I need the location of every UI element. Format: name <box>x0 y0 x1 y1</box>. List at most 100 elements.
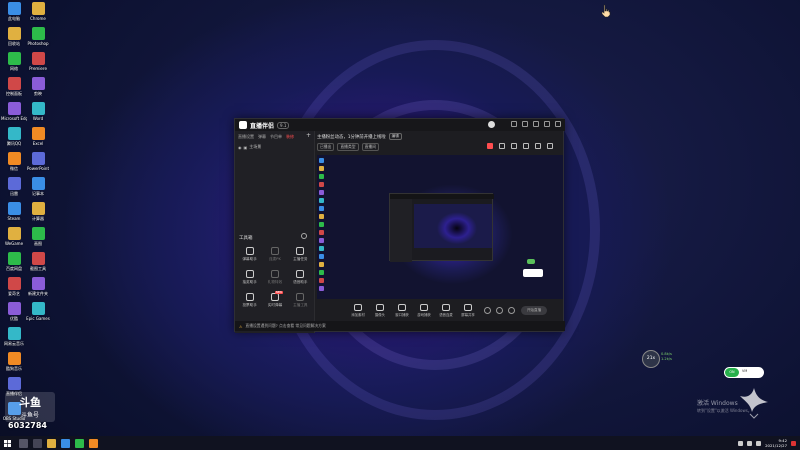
tool-9[interactable]: 主播工具 <box>288 293 313 308</box>
preview-icon <box>319 166 324 171</box>
tool-6[interactable]: 语音助手 <box>288 270 313 285</box>
bell-icon[interactable] <box>535 143 541 149</box>
record-icon[interactable] <box>487 143 493 149</box>
ime-icon[interactable] <box>756 440 762 446</box>
mic-icon[interactable] <box>499 143 505 149</box>
room-meta-pill[interactable]: 直播间 <box>361 143 379 151</box>
vm-toggle-knob: ON <box>725 368 739 377</box>
start-live-button[interactable]: 开始直播 <box>521 305 547 315</box>
edit-title-button[interactable]: 编辑 <box>388 133 402 140</box>
desktop-icon[interactable]: Epic Games <box>25 302 51 332</box>
bottom-tool-icon <box>442 303 450 311</box>
version-badge: 9.1 <box>277 121 290 129</box>
preview-icon <box>319 182 324 187</box>
app-title: 直播伴侣 <box>250 122 275 130</box>
tool-5[interactable]: 礼物特效 <box>262 270 287 285</box>
room-meta-pill[interactable]: 直播类型 <box>337 143 359 151</box>
preview-nested-window <box>389 193 494 262</box>
bottom-tool-label: 窗口捕获 <box>395 312 409 317</box>
notice-text[interactable]: 直播设置遇到问题? 点击查看 常见问题解决方案 <box>245 323 325 329</box>
desktop-app-icon <box>7 127 21 140</box>
search-icon[interactable] <box>19 438 28 448</box>
bottom-tool-icon <box>398 303 406 311</box>
network-icon[interactable] <box>738 440 744 446</box>
network-speed-widget[interactable]: 21x <box>642 350 660 368</box>
tool-2[interactable]: 连麦PK <box>262 247 287 262</box>
minimize-icon[interactable] <box>533 121 539 127</box>
left-tab[interactable]: 装修 <box>286 134 294 140</box>
scene-row[interactable]: ◉ ▣ 主场景 <box>235 140 314 154</box>
desktop-icon-label: 记事本 <box>32 191 44 196</box>
preview-icon <box>319 262 324 267</box>
start-button[interactable] <box>0 436 14 450</box>
bottom-tool-label: 语音连麦 <box>439 312 453 317</box>
bottom-tool[interactable]: 窗口捕获 <box>391 303 413 317</box>
preview-icon <box>319 158 324 163</box>
tool-1[interactable]: 弹幕助手 <box>237 247 262 262</box>
skin-icon[interactable] <box>522 121 528 127</box>
desktop-app-icon <box>31 277 45 290</box>
desktop-app-icon <box>31 177 45 190</box>
bottom-tool[interactable]: 添加素材 <box>347 303 369 317</box>
tools-settings-icon[interactable] <box>301 233 307 239</box>
desktop-app-icon <box>7 52 21 65</box>
close-icon[interactable] <box>555 121 561 127</box>
settings-icon[interactable] <box>511 121 517 127</box>
explorer-icon[interactable] <box>47 438 56 448</box>
room-id: 6032784 <box>8 421 47 430</box>
bottom-tool[interactable]: 游戏捕获 <box>413 303 435 317</box>
vm-toggle[interactable]: ON VM <box>724 367 764 378</box>
tool-label: 礼物特效 <box>267 280 283 284</box>
bottom-tool[interactable]: 语音连麦 <box>435 303 457 317</box>
volume-icon[interactable] <box>747 440 753 446</box>
bottom-tool[interactable]: 屏幕共享 <box>457 303 479 317</box>
desktop-icon-label: 此电脑 <box>8 16 20 21</box>
tool-icon <box>296 293 305 301</box>
tool-label: 抽奖助手 <box>242 280 257 284</box>
wechat-icon[interactable] <box>75 438 84 448</box>
preview-watermark <box>523 269 543 277</box>
preview-icon <box>319 278 324 283</box>
clock[interactable]: 9:42 2021/12/27 <box>765 438 787 448</box>
desktop-app-icon <box>31 152 45 165</box>
user-avatar[interactable] <box>488 121 495 128</box>
vm-toggle-label: VM <box>742 369 748 373</box>
tool-8[interactable]: NEW 实时弹幕 <box>262 291 287 308</box>
tool-7[interactable]: 投票助手 <box>237 293 262 308</box>
window-controls <box>511 121 561 127</box>
preview-icon <box>319 270 324 275</box>
add-tab-icon[interactable]: + <box>306 133 311 140</box>
share-icon[interactable] <box>547 143 553 149</box>
task-view-icon[interactable] <box>33 438 42 448</box>
desktop-icon-label: Excel <box>32 141 44 146</box>
desktop-app-icon <box>31 202 45 215</box>
desktop-app-icon <box>7 202 21 215</box>
desktop-icon-label: PowerPoint <box>26 166 50 171</box>
notification-icon[interactable] <box>791 440 796 446</box>
live-app-taskbar-icon[interactable] <box>89 438 98 448</box>
camera-icon[interactable] <box>484 306 491 314</box>
chat-icon[interactable] <box>523 143 529 149</box>
live-streaming-app-window: 直播伴侣 9.1 直播设置 弹幕 节目单 装修 + ◉ ▣ 主场景 工具箱 弹幕助手 连麦… <box>234 118 565 333</box>
preview-icon <box>319 206 324 211</box>
settings-small-icon[interactable] <box>508 306 515 314</box>
mic-level-icon[interactable] <box>496 306 503 314</box>
room-meta-pill[interactable]: 已播出 <box>317 143 335 151</box>
douyu-watermark: 斗鱼 斗鱼号 6032784 <box>5 392 57 438</box>
browser-icon[interactable] <box>61 438 70 448</box>
gift-icon[interactable] <box>511 143 517 149</box>
desktop-app-icon <box>7 177 21 190</box>
maximize-icon[interactable] <box>544 121 550 127</box>
bottom-tool[interactable]: 摄像头 <box>369 303 391 317</box>
left-tab[interactable]: 节目单 <box>270 134 282 140</box>
stream-preview[interactable] <box>317 155 563 299</box>
tool-4[interactable]: 抽奖助手 <box>237 270 262 285</box>
douyu-logo-icon: 斗鱼 斗鱼号 <box>5 392 55 422</box>
preview-icon <box>319 286 324 291</box>
tool-3[interactable]: 主播任务 <box>288 247 313 262</box>
desktop-icon-label: 新建文件夹 <box>28 291 48 296</box>
left-tab[interactable]: 直播设置 <box>238 134 254 140</box>
left-panel: 直播设置 弹幕 节目单 装修 + ◉ ▣ 主场景 工具箱 弹幕助手 连麦PK 主播任务 抽奖助… <box>235 131 315 333</box>
left-tab[interactable]: 弹幕 <box>258 134 266 140</box>
eye-icon[interactable]: ◉ <box>238 145 242 150</box>
